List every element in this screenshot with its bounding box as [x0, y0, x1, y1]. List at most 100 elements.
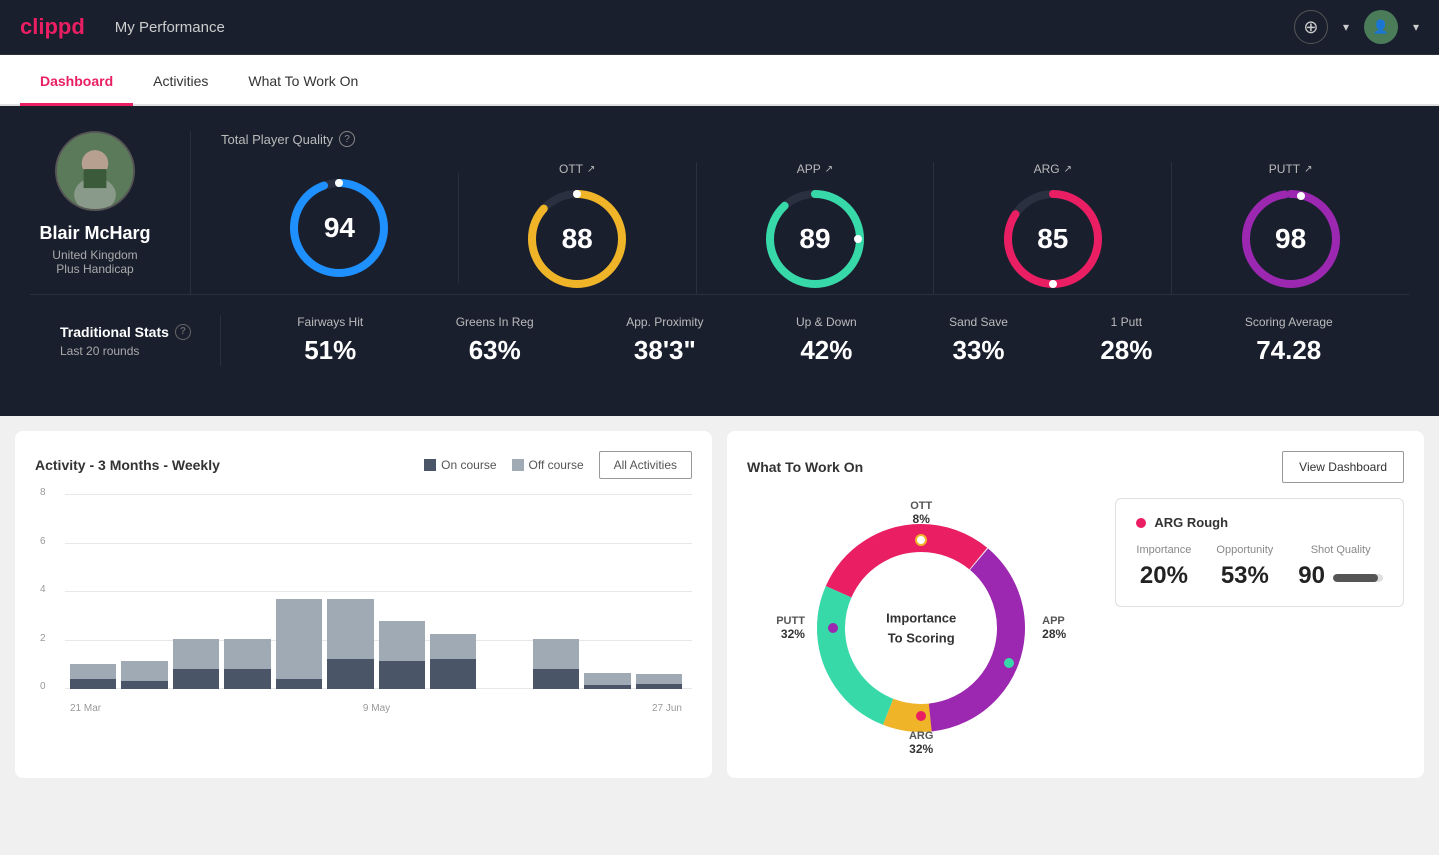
quality-label: Total Player Quality ? [221, 131, 1409, 147]
trad-label-section: Traditional Stats ? Last 20 rounds [60, 324, 220, 358]
stat-sandsave-value: 33% [952, 335, 1004, 366]
x-label-mar: 21 Mar [70, 703, 101, 714]
putt-label: PUTT 32% [776, 615, 805, 641]
legend-off-course: Off course [512, 458, 584, 472]
gauge-arg-circle: 85 [998, 184, 1108, 294]
bar-group-2 [121, 494, 167, 689]
gauge-ott-label: OTT↗ [559, 162, 595, 176]
gauge-ott: OTT↗ 88 [459, 162, 697, 294]
stats-banner: Blair McHarg United Kingdom Plus Handica… [0, 106, 1439, 416]
quality-section: Total Player Quality ? 94 [190, 131, 1409, 294]
stat-updown-value: 42% [800, 335, 852, 366]
chart-legend: On course Off course [424, 458, 584, 472]
header-actions: ⊕ ▾ 👤 ▾ [1294, 10, 1419, 44]
gauge-putt-label: PUTT↗ [1269, 162, 1313, 176]
gauge-total: 94 [221, 173, 459, 283]
importance-label: Importance [1136, 544, 1191, 556]
traditional-stats: Traditional Stats ? Last 20 rounds Fairw… [30, 294, 1409, 386]
activity-chart-title: Activity - 3 Months - Weekly [35, 457, 220, 473]
gauge-total-value: 94 [324, 212, 355, 244]
stat-updown-label: Up & Down [796, 315, 857, 329]
opportunity-label: Opportunity [1216, 544, 1273, 556]
stat-sandsave: Sand Save 33% [949, 315, 1008, 366]
trad-label: Traditional Stats ? [60, 324, 220, 340]
stat-scoring-label: Scoring Average [1245, 315, 1333, 329]
bar-group-10 [533, 494, 579, 689]
trad-stats-values: Fairways Hit 51% Greens In Reg 63% App. … [220, 315, 1379, 366]
stat-proximity: App. Proximity 38'3" [626, 315, 703, 366]
stat-updown: Up & Down 42% [796, 315, 857, 366]
avatar[interactable]: 👤 [1364, 10, 1398, 44]
x-axis-labels: 21 Mar 9 May 27 Jun [70, 703, 682, 714]
avatar-icon: 👤 [1373, 19, 1389, 35]
work-on-content: ImportanceTo Scoring OTT 8% APP 28% ARG … [747, 498, 1404, 758]
donut-wrapper: ImportanceTo Scoring OTT 8% APP 28% ARG … [791, 498, 1051, 758]
bar-group-7 [379, 494, 425, 689]
gauge-arg-label: ARG↗ [1034, 162, 1072, 176]
bar-group-11 [584, 494, 630, 689]
stat-fairways-label: Fairways Hit [297, 315, 363, 329]
bar-group-1 [70, 494, 116, 689]
stat-proximity-value: 38'3" [634, 335, 696, 366]
tab-activities[interactable]: Activities [133, 55, 228, 106]
gauge-putt: PUTT↗ 98 [1172, 162, 1409, 294]
activity-card-header: Activity - 3 Months - Weekly On course O… [35, 451, 692, 479]
legend-on-course: On course [424, 458, 496, 472]
bar-group-5 [276, 494, 322, 689]
trad-info-icon[interactable]: ? [175, 324, 191, 340]
work-on-header: What To Work On View Dashboard [747, 451, 1404, 483]
bottom-section: Activity - 3 Months - Weekly On course O… [0, 416, 1439, 793]
detail-dot-icon [1136, 518, 1146, 528]
detail-card: ARG Rough Importance 20% Opportunity 53%… [1115, 498, 1404, 607]
bar-chart: 8 6 4 2 0 [35, 494, 692, 714]
arg-label: ARG 32% [909, 730, 933, 756]
on-course-icon [424, 459, 436, 471]
quality-info-icon[interactable]: ? [339, 131, 355, 147]
stat-greens: Greens In Reg 63% [456, 315, 534, 366]
tab-dashboard[interactable]: Dashboard [20, 55, 133, 106]
tab-bar: Dashboard Activities What To Work On [0, 55, 1439, 106]
bar-group-8 [430, 494, 476, 689]
gauge-ott-circle: 88 [522, 184, 632, 294]
stats-banner-top: Blair McHarg United Kingdom Plus Handica… [30, 131, 1409, 294]
stat-scoring: Scoring Average 74.28 [1245, 315, 1333, 366]
detail-metric-importance: Importance 20% [1136, 544, 1191, 590]
player-info: Blair McHarg United Kingdom Plus Handica… [30, 131, 190, 294]
trad-sublabel: Last 20 rounds [60, 344, 220, 358]
stat-scoring-value: 74.28 [1256, 335, 1321, 366]
add-icon: ⊕ [1303, 17, 1318, 38]
quality-metric-label: Shot Quality [1311, 544, 1371, 556]
gauge-app: APP↗ 89 [697, 162, 935, 294]
stat-fairways: Fairways Hit 51% [297, 315, 363, 366]
gauge-app-label: APP↗ [797, 162, 833, 176]
bar-group-6 [327, 494, 373, 689]
detail-card-title: ARG Rough [1136, 515, 1383, 530]
stat-proximity-label: App. Proximity [626, 315, 703, 329]
bar-group-9 [481, 494, 527, 689]
donut-center-text: ImportanceTo Scoring [886, 609, 956, 648]
player-country: United Kingdom [52, 248, 137, 262]
page-title: My Performance [115, 19, 1294, 36]
view-dashboard-button[interactable]: View Dashboard [1282, 451, 1404, 483]
bar-group-3 [173, 494, 219, 689]
quality-metric-value: 90 [1298, 562, 1325, 590]
gauge-arg: ARG↗ 85 [934, 162, 1172, 294]
quality-gauges: 94 OTT↗ 88 [221, 162, 1409, 294]
player-handicap: Plus Handicap [56, 262, 133, 276]
gauge-arg-value: 85 [1037, 223, 1068, 255]
stat-oneputt: 1 Putt 28% [1100, 315, 1152, 366]
quality-bar [1333, 574, 1383, 582]
off-course-icon [512, 459, 524, 471]
stat-fairways-value: 51% [304, 335, 356, 366]
detail-metrics: Importance 20% Opportunity 53% Shot Qual… [1136, 544, 1383, 590]
importance-value: 20% [1140, 562, 1188, 590]
app-logo: clippd [20, 14, 85, 40]
bar-group-4 [224, 494, 270, 689]
add-button[interactable]: ⊕ [1294, 10, 1328, 44]
app-label: APP 28% [1042, 615, 1066, 641]
bars-container [70, 494, 682, 689]
tab-what-to-work-on[interactable]: What To Work On [228, 55, 378, 106]
all-activities-button[interactable]: All Activities [599, 451, 692, 479]
stat-greens-value: 63% [469, 335, 521, 366]
donut-section: ImportanceTo Scoring OTT 8% APP 28% ARG … [747, 498, 1095, 758]
